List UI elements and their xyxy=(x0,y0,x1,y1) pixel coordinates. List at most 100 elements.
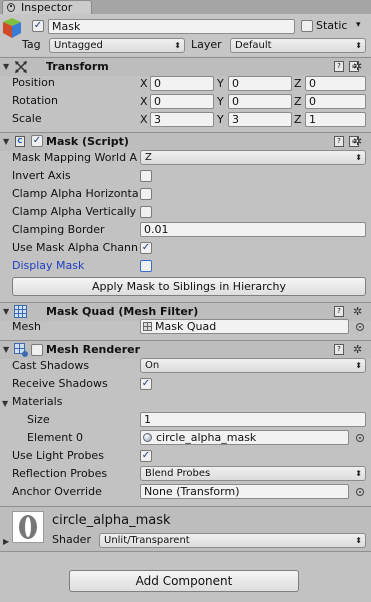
receive-shadows-checkbox[interactable]: ✓ xyxy=(140,378,152,390)
position-x-field[interactable]: 0 xyxy=(150,76,214,91)
clamp-horizontal-checkbox[interactable] xyxy=(140,188,152,200)
rotation-x-field[interactable]: 0 xyxy=(150,94,214,109)
mesh-value: Mask Quad xyxy=(155,320,217,333)
chevron-updown-icon: ⬍ xyxy=(355,361,362,370)
mask-script-title: Mask (Script) xyxy=(46,135,129,148)
position-y-field[interactable]: 0 xyxy=(228,76,292,91)
anchor-override-field[interactable]: None (Transform) xyxy=(140,484,349,499)
gameobject-cube-icon xyxy=(3,18,21,38)
material-foldout-icon[interactable]: ▶ xyxy=(3,537,9,546)
invert-axis-checkbox[interactable] xyxy=(140,170,152,182)
gear-icon[interactable]: ✲ xyxy=(353,61,362,72)
tab-inspector[interactable]: Inspector xyxy=(2,0,92,14)
circle-mask-preview-icon xyxy=(19,515,37,539)
rotation-z-field[interactable]: 0 xyxy=(305,94,366,109)
chevron-updown-icon: ⬍ xyxy=(355,469,362,478)
reflection-probes-value: Blend Probes xyxy=(145,468,211,479)
axis-y-label: Y xyxy=(217,77,224,90)
mesh-filter-title: Mask Quad (Mesh Filter) xyxy=(46,305,199,318)
cast-shadows-dropdown[interactable]: On ⬍ xyxy=(140,358,366,373)
reflection-probes-dropdown[interactable]: Blend Probes ⬍ xyxy=(140,466,366,481)
shader-dropdown[interactable]: Unlit/Transparent ⬍ xyxy=(99,533,366,548)
cast-shadows-value: On xyxy=(145,360,160,371)
anchor-override-label: Anchor Override xyxy=(12,485,102,498)
shader-label: Shader xyxy=(52,533,91,546)
mesh-asset-icon xyxy=(143,322,152,331)
element0-value: circle_alpha_mask xyxy=(156,431,257,444)
tab-bar: Inspector xyxy=(0,0,371,14)
chevron-updown-icon: ⬍ xyxy=(355,536,362,545)
help-icon[interactable]: ? xyxy=(334,344,344,355)
materials-label: Materials xyxy=(12,395,63,408)
clamping-border-field[interactable]: 0.01 xyxy=(140,222,366,237)
chevron-updown-icon: ⬍ xyxy=(355,153,362,162)
display-mask-label: Display Mask xyxy=(12,259,85,272)
display-mask-checkbox[interactable] xyxy=(140,260,152,272)
element0-label: Element 0 xyxy=(27,431,84,444)
object-picker-icon[interactable] xyxy=(356,434,364,442)
scale-z-field[interactable]: 1 xyxy=(305,112,366,127)
invert-axis-label: Invert Axis xyxy=(12,169,71,182)
layer-dropdown[interactable]: Default ⬍ xyxy=(230,38,366,53)
materials-foldout-icon[interactable]: ▼ xyxy=(2,399,8,408)
mesh-renderer-icon xyxy=(14,343,28,357)
mesh-filter-icon xyxy=(14,305,27,318)
transform-title: Transform xyxy=(46,60,109,73)
info-icon xyxy=(7,3,15,12)
static-checkbox[interactable] xyxy=(301,20,313,32)
scale-y-field[interactable]: 3 xyxy=(228,112,292,127)
reflection-probes-label: Reflection Probes xyxy=(12,467,108,480)
apply-mask-button[interactable]: Apply Mask to Siblings in Hierarchy xyxy=(12,277,366,296)
axis-z-label: Z xyxy=(294,95,302,108)
foldout-arrow-icon[interactable]: ▼ xyxy=(3,345,9,354)
scale-x-field[interactable]: 3 xyxy=(150,112,214,127)
mesh-field[interactable]: Mask Quad xyxy=(140,319,349,334)
rotation-y-field[interactable]: 0 xyxy=(228,94,292,109)
gear-icon[interactable]: ✲ xyxy=(353,344,362,355)
foldout-arrow-icon[interactable]: ▼ xyxy=(3,307,9,316)
script-icon: C xyxy=(15,136,25,147)
clamp-vertical-checkbox[interactable] xyxy=(140,206,152,218)
clamping-border-label: Clamping Border xyxy=(12,223,105,236)
use-mask-alpha-checkbox[interactable]: ✓ xyxy=(140,242,152,254)
object-picker-icon[interactable] xyxy=(356,488,364,496)
element0-field[interactable]: circle_alpha_mask xyxy=(140,430,349,445)
mask-mapping-label: Mask Mapping World A xyxy=(12,151,138,164)
foldout-arrow-icon[interactable]: ▼ xyxy=(3,62,9,71)
axis-z-label: Z xyxy=(294,77,302,90)
gear-icon[interactable]: ✲ xyxy=(353,136,362,147)
static-label: Static xyxy=(316,19,348,32)
axis-z-label: Z xyxy=(294,113,302,126)
static-dropdown-icon[interactable]: ▾ xyxy=(356,20,361,30)
mesh-renderer-title: Mesh Renderer xyxy=(46,343,141,356)
help-icon[interactable]: ? xyxy=(334,306,344,317)
cast-shadows-label: Cast Shadows xyxy=(12,359,90,372)
tab-inspector-label: Inspector xyxy=(21,1,73,14)
object-picker-icon[interactable] xyxy=(356,323,364,331)
active-checkbox[interactable]: ✓ xyxy=(32,20,44,32)
light-probes-checkbox[interactable]: ✓ xyxy=(140,450,152,462)
position-z-field[interactable]: 0 xyxy=(305,76,366,91)
object-name-field[interactable]: Mask xyxy=(48,19,295,34)
divider xyxy=(0,551,371,552)
tag-value: Untagged xyxy=(54,40,103,51)
axis-y-label: Y xyxy=(217,113,224,126)
layer-value: Default xyxy=(235,40,272,51)
mask-script-enabled-checkbox[interactable]: ✓ xyxy=(31,135,43,147)
mask-mapping-dropdown[interactable]: Z ⬍ xyxy=(140,150,366,165)
size-label: Size xyxy=(27,413,50,426)
clamp-vertical-label: Clamp Alpha Vertically xyxy=(12,205,137,218)
add-component-button[interactable]: Add Component xyxy=(69,570,299,592)
size-field[interactable]: 1 xyxy=(140,412,366,427)
axis-y-label: Y xyxy=(217,95,224,108)
clamp-horizontal-label: Clamp Alpha Horizonta xyxy=(12,187,138,200)
foldout-arrow-icon[interactable]: ▼ xyxy=(3,137,9,146)
tag-dropdown[interactable]: Untagged ⬍ xyxy=(49,38,185,53)
mesh-renderer-enabled-checkbox[interactable] xyxy=(31,344,43,356)
shader-value: Unlit/Transparent xyxy=(104,535,190,546)
gear-icon[interactable]: ✲ xyxy=(353,306,362,317)
transform-icon xyxy=(15,61,27,73)
help-icon[interactable]: ? xyxy=(334,61,344,72)
help-icon[interactable]: ? xyxy=(334,136,344,147)
material-preview xyxy=(12,511,44,543)
